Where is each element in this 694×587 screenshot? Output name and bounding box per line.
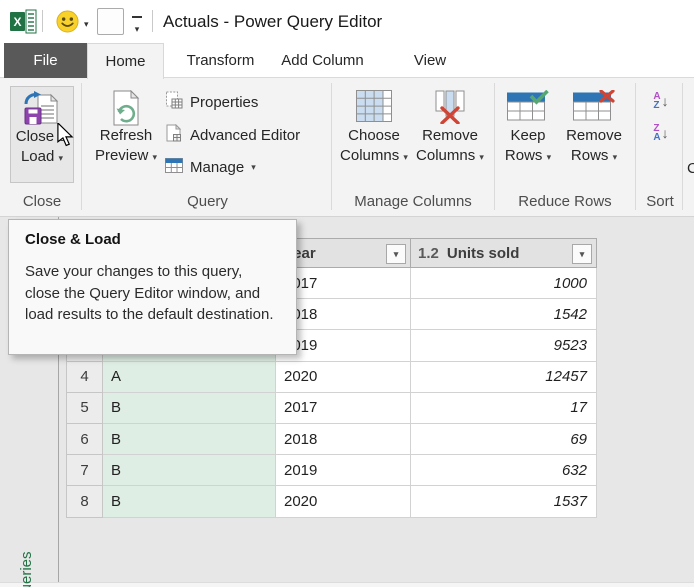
product-cell[interactable]: B — [103, 486, 276, 517]
keep-rows-button[interactable]: Keep Rows ▾ — [499, 86, 557, 183]
tooltip-title: Close & Load — [25, 231, 280, 248]
units-sold-cell[interactable]: 1542 — [411, 299, 597, 330]
row-number-cell[interactable]: 8 — [66, 486, 103, 517]
smiley-feedback-icon[interactable] — [56, 10, 79, 38]
svg-text:X: X — [13, 15, 21, 29]
refresh-preview-icon — [92, 86, 160, 126]
ribbon-tab-row: File Home Transform Add Column View — [0, 43, 694, 78]
down-arrow-icon: ↓ — [662, 125, 669, 141]
title-bar: X ▾ ▾ Actuals - Power Query Editor — [0, 0, 694, 43]
customize-quick-access-toolbar-icon[interactable]: ▾ — [131, 16, 143, 37]
manage-icon — [165, 158, 183, 177]
row-number-cell[interactable]: 4 — [66, 362, 103, 393]
table-row: 7 B 2019 632 — [66, 455, 597, 486]
group-separator — [81, 83, 82, 210]
filter-caret-icon: ▾ — [394, 250, 399, 259]
remove-columns-button[interactable]: Remove Columns ▾ — [412, 86, 488, 183]
tab-home[interactable]: Home — [87, 43, 164, 79]
row-number-cell[interactable]: 7 — [66, 455, 103, 486]
table-row: 4 A 2020 12457 — [66, 362, 597, 393]
dropdown-caret-icon: ▾ — [547, 152, 552, 162]
dropdown-caret-icon: ▾ — [251, 162, 256, 173]
tab-transform[interactable]: Transform — [164, 43, 277, 78]
window-title: Actuals - Power Query Editor — [163, 0, 382, 43]
year-cell[interactable]: 2019 — [276, 455, 411, 486]
units-sold-cell[interactable]: 9523 — [411, 330, 597, 361]
dropdown-caret-icon: ▾ — [403, 152, 408, 162]
quick-access-blank-button[interactable] — [97, 8, 124, 35]
horizontal-scrollbar-track[interactable] — [0, 582, 694, 587]
group-separator — [635, 83, 636, 210]
filter-dropdown-button[interactable]: ▾ — [572, 244, 592, 264]
remove-columns-icon — [412, 86, 488, 126]
choose-columns-button[interactable]: Choose Columns ▾ — [338, 86, 410, 183]
close-and-load-tooltip: Close & Load Save your changes to this q… — [8, 219, 297, 355]
keep-rows-icon — [499, 86, 557, 126]
group-label-reduce-rows: Reduce Rows — [497, 193, 633, 210]
advanced-editor-button[interactable]: Advanced Editor — [165, 121, 300, 149]
clipped-next-group-text: C — [687, 160, 694, 177]
units-sold-cell[interactable]: 12457 — [411, 362, 597, 393]
titlebar-separator — [42, 10, 43, 32]
smiley-dropdown-caret-icon[interactable]: ▾ — [84, 20, 89, 29]
tab-add-column[interactable]: Add Column — [277, 43, 368, 78]
units-sold-cell[interactable]: 69 — [411, 424, 597, 455]
year-cell[interactable]: 2020 — [276, 486, 411, 517]
table-row: 8 B 2020 1537 — [66, 486, 597, 517]
table-row: 6 B 2018 69 — [66, 424, 597, 455]
refresh-preview-button[interactable]: Refresh Preview ▾ — [92, 86, 160, 183]
group-label-close: Close — [6, 193, 78, 210]
group-separator — [682, 83, 683, 210]
units-sold-cell[interactable]: 1537 — [411, 486, 597, 517]
group-label-query: Query — [84, 193, 331, 210]
decimal-type-icon: 1.2 — [411, 245, 439, 262]
close-and-load-icon — [11, 87, 73, 127]
year-cell[interactable]: 2017 — [276, 393, 411, 424]
titlebar-separator — [152, 10, 153, 32]
excel-app-icon: X — [10, 9, 37, 39]
sort-az-icon: A Z — [653, 92, 660, 110]
column-header-units-sold[interactable]: 1.2 Units sold ▾ — [411, 238, 597, 268]
dropdown-caret-icon: ▾ — [613, 152, 618, 162]
units-sold-cell[interactable]: 17 — [411, 393, 597, 424]
ribbon-home: Close & Load ▾ Close Refresh Preview ▾ — [0, 78, 694, 217]
remove-rows-icon — [560, 86, 628, 126]
units-sold-cell[interactable]: 1000 — [411, 268, 597, 299]
group-label-manage-columns: Manage Columns — [334, 193, 492, 210]
power-query-editor-window: X ▾ ▾ Actuals - Power Query Editor File … — [0, 0, 694, 587]
product-cell[interactable]: B — [103, 424, 276, 455]
tooltip-body: Save your changes to this query, close t… — [25, 261, 280, 326]
properties-icon — [165, 91, 183, 113]
close-and-load-button[interactable]: Close & Load ▾ — [10, 86, 74, 183]
sort-descending-button[interactable]: Z A ↓ — [644, 119, 678, 147]
sort-ascending-button[interactable]: A Z ↓ — [644, 87, 678, 115]
group-label-sort: Sort — [637, 193, 683, 210]
remove-rows-button[interactable]: Remove Rows ▾ — [560, 86, 628, 183]
down-arrow-icon: ↓ — [662, 93, 669, 109]
queries-pane-vertical-label[interactable]: Queries — [18, 551, 35, 587]
group-separator — [331, 83, 332, 210]
product-cell[interactable]: A — [103, 362, 276, 393]
filter-caret-icon: ▾ — [580, 250, 585, 259]
dropdown-caret-icon: ▾ — [479, 152, 484, 162]
row-number-cell[interactable]: 5 — [66, 393, 103, 424]
dropdown-caret-icon: ▾ — [153, 152, 158, 162]
year-cell[interactable]: 2020 — [276, 362, 411, 393]
table-row: 5 B 2017 17 — [66, 393, 597, 424]
units-sold-cell[interactable]: 632 — [411, 455, 597, 486]
choose-columns-icon — [338, 86, 410, 126]
filter-dropdown-button[interactable]: ▾ — [386, 244, 406, 264]
group-separator — [494, 83, 495, 210]
product-cell[interactable]: B — [103, 393, 276, 424]
product-cell[interactable]: B — [103, 455, 276, 486]
advanced-editor-icon — [165, 124, 183, 146]
tab-view[interactable]: View — [390, 43, 470, 78]
dropdown-caret-icon: ▾ — [59, 153, 64, 163]
row-number-cell[interactable]: 6 — [66, 424, 103, 455]
manage-button[interactable]: Manage ▾ — [165, 153, 256, 181]
sort-za-icon: Z A — [653, 124, 660, 142]
tab-file[interactable]: File — [4, 43, 87, 78]
year-cell[interactable]: 2018 — [276, 424, 411, 455]
properties-button[interactable]: Properties — [165, 88, 258, 116]
